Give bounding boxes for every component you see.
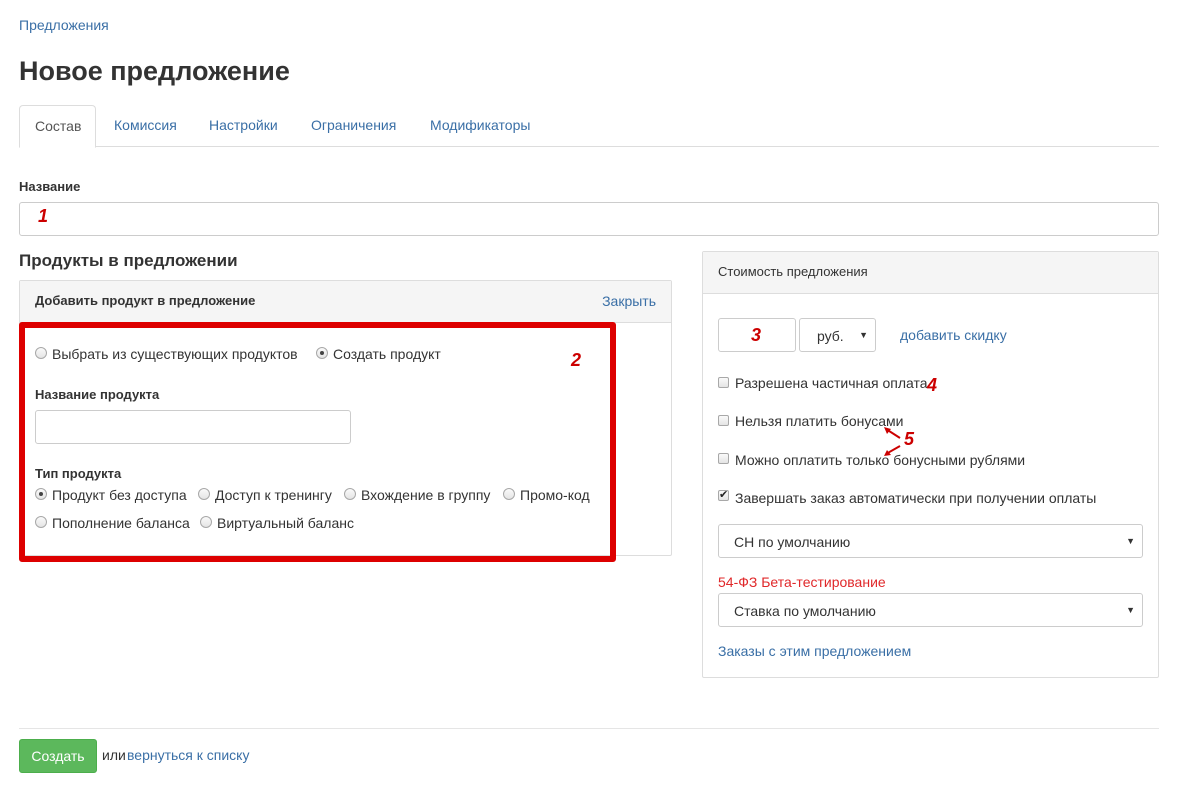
tax-system-select[interactable]: СН по умолчанию ▼ (718, 524, 1143, 558)
breadcrumb-offers-link[interactable]: Предложения (19, 17, 109, 33)
annotation-arrows-icon (884, 427, 901, 456)
annotation-4: 4 (927, 375, 938, 395)
checkbox-no-bonus-payment[interactable] (718, 415, 729, 426)
chevron-down-icon: ▼ (1126, 605, 1135, 615)
checkbox-auto-complete[interactable] (718, 488, 729, 501)
annotation-3: 3 (751, 325, 762, 345)
checkbox-bonus-only[interactable] (718, 453, 729, 464)
products-section-title: Продукты в предложении (19, 251, 238, 270)
tab-bar: Состав Комиссия Настройки Ограничения Мо… (19, 105, 1159, 148)
tab-settings[interactable]: Настройки (194, 105, 293, 147)
tab-composition[interactable]: Состав (19, 105, 96, 148)
tab-commission[interactable]: Комиссия (99, 105, 192, 147)
orders-with-offer-link[interactable]: Заказы с этим предложением (718, 643, 911, 659)
chevron-down-icon: ▼ (1126, 536, 1135, 546)
annotation-highlight-box (19, 322, 616, 562)
footer-divider (19, 728, 1159, 729)
checkbox-partial-payment[interactable] (718, 377, 729, 388)
vat-rate-select[interactable]: Ставка по умолчанию ▼ (718, 593, 1143, 627)
checkbox-auto-complete-label: Завершать заказ автоматически при получе… (735, 490, 1097, 506)
chevron-down-icon: ▼ (859, 330, 868, 340)
add-product-panel-title: Добавить продукт в предложение (35, 293, 256, 308)
add-product-panel-header: Добавить продукт в предложение Закрыть (20, 281, 671, 323)
tax-system-select-value: СН по умолчанию (734, 534, 851, 550)
cost-panel-title: Стоимость предложения (718, 264, 868, 279)
name-label: Название (19, 179, 81, 194)
close-panel-link[interactable]: Закрыть (602, 293, 656, 309)
create-button[interactable]: Создать (19, 739, 97, 773)
tab-modifiers[interactable]: Модификаторы (415, 105, 545, 147)
page-title: Новое предложение (19, 56, 290, 86)
tab-restrictions[interactable]: Ограничения (296, 105, 411, 147)
or-text: или (102, 747, 126, 763)
vat-rate-select-value: Ставка по умолчанию (734, 603, 876, 619)
checkbox-partial-payment-label: Разрешена частичная оплата (735, 375, 928, 391)
beta-testing-label: 54-ФЗ Бета-тестирование (718, 574, 886, 590)
name-input[interactable] (19, 202, 1159, 236)
cost-panel-header: Стоимость предложения (703, 252, 1158, 294)
currency-select-value: руб. (817, 328, 844, 344)
back-to-list-link[interactable]: вернуться к списку (127, 747, 249, 763)
annotation-1: 1 (38, 206, 49, 226)
add-discount-link[interactable]: добавить скидку (900, 327, 1007, 343)
currency-select[interactable]: руб. ▼ (799, 318, 876, 352)
